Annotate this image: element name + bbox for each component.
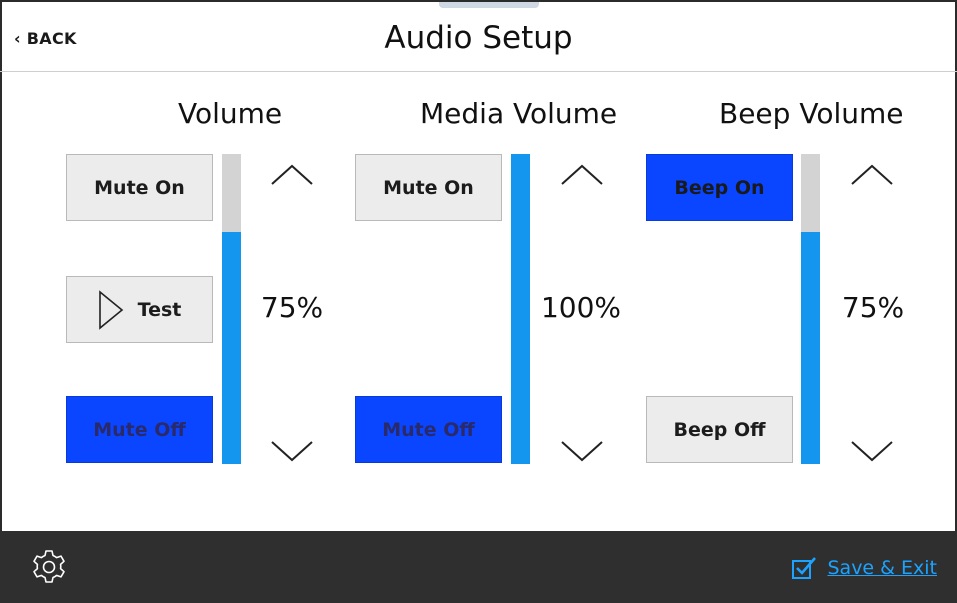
media-volume-up-button[interactable] <box>560 162 604 188</box>
media-volume-down-button[interactable] <box>560 438 604 464</box>
volume-up-button[interactable] <box>270 162 314 188</box>
media-volume-slider[interactable] <box>511 154 530 464</box>
checkbox-checked-icon <box>791 556 817 580</box>
beep-off-button[interactable]: Beep Off <box>646 396 793 463</box>
page-title: Audio Setup <box>384 20 573 56</box>
chevron-up-icon <box>561 164 603 185</box>
save-exit-label: Save & Exit <box>827 557 937 579</box>
volume-down-button[interactable] <box>270 438 314 464</box>
save-exit-button[interactable]: Save & Exit <box>791 556 937 580</box>
beep-on-button[interactable]: Beep On <box>646 154 793 221</box>
volume-slider-fill <box>222 231 241 464</box>
beep-volume-title: Beep Volume <box>719 97 904 130</box>
chevron-down-icon <box>561 441 603 462</box>
volume-title: Volume <box>178 97 283 130</box>
beep-volume-slider-fill <box>801 231 820 464</box>
media-mute-on-button[interactable]: Mute On <box>355 154 502 221</box>
test-label: Test <box>137 298 182 321</box>
beep-volume-slider[interactable] <box>801 154 820 464</box>
play-icon <box>98 289 124 330</box>
gear-icon[interactable] <box>30 548 68 586</box>
header-bar: ‹ BACK Audio Setup <box>0 0 957 72</box>
media-mute-off-button[interactable]: Mute Off <box>355 396 502 463</box>
chevron-down-icon <box>271 441 313 462</box>
beep-volume-level-text: 75% <box>841 291 905 324</box>
volume-mute-on-button[interactable]: Mute On <box>66 154 213 221</box>
beep-volume-up-button[interactable] <box>850 162 894 188</box>
volume-slider[interactable] <box>222 154 241 464</box>
volume-level-text: 75% <box>260 291 324 324</box>
media-volume-title: Media Volume <box>420 97 618 130</box>
volume-mute-off-button[interactable]: Mute Off <box>66 396 213 463</box>
beep-volume-down-button[interactable] <box>850 438 894 464</box>
chevron-up-icon <box>851 164 893 185</box>
media-volume-level-text: 100% <box>540 291 622 324</box>
chevron-down-icon <box>851 441 893 462</box>
volume-test-button[interactable]: Test <box>66 276 213 343</box>
chevron-up-icon <box>271 164 313 185</box>
media-volume-slider-fill <box>511 154 530 464</box>
